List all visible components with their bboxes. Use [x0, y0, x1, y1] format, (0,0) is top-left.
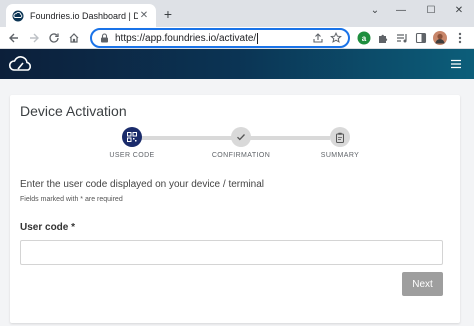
- step-confirmation-circle: [231, 127, 251, 147]
- share-icon[interactable]: [312, 32, 324, 44]
- step-label: USER CODE: [109, 152, 155, 159]
- app-header: [0, 49, 474, 79]
- page-content: Device Activation USER CODE CONFIRMATION…: [0, 79, 474, 326]
- close-window-icon[interactable]: ✕: [442, 0, 474, 20]
- activation-stepper: USER CODE CONFIRMATION SUMMARY: [10, 127, 460, 167]
- address-bar[interactable]: https://app.foundries.io/activate/: [90, 28, 350, 48]
- minimize-icon[interactable]: —: [384, 0, 418, 20]
- user-code-input[interactable]: [20, 240, 443, 265]
- new-tab-button[interactable]: +: [160, 6, 176, 22]
- extension-a-icon[interactable]: a: [356, 30, 372, 46]
- user-code-label: User code *: [20, 222, 76, 233]
- omnibox-actions: [312, 32, 342, 44]
- bookmark-star-icon[interactable]: [330, 32, 342, 44]
- back-arrow-icon[interactable]: [6, 30, 22, 46]
- forward-arrow-icon[interactable]: [26, 30, 42, 46]
- step-user-code: USER CODE: [82, 127, 182, 159]
- browser-tab-strip: Foundries.io Dashboard | Device ✕ + ⌄ — …: [0, 0, 474, 27]
- step-confirmation: CONFIRMATION: [191, 127, 291, 159]
- home-icon[interactable]: [66, 30, 82, 46]
- media-controls-icon[interactable]: [394, 30, 410, 46]
- step-user-code-circle: [122, 127, 142, 147]
- qr-code-icon: [127, 132, 137, 142]
- extensions-puzzle-icon[interactable]: [375, 30, 391, 46]
- step-summary-circle: [330, 127, 350, 147]
- browser-menu-icon[interactable]: [452, 30, 468, 46]
- browser-toolbar: https://app.foundries.io/activate/ a: [0, 27, 474, 49]
- browser-tab[interactable]: Foundries.io Dashboard | Device ✕: [6, 4, 156, 27]
- activation-card: Device Activation USER CODE CONFIRMATION…: [10, 95, 460, 323]
- foundries-favicon-icon: [12, 10, 24, 21]
- side-panel-icon[interactable]: [413, 30, 429, 46]
- required-note: Fields marked with * are required: [20, 196, 123, 203]
- checkmark-icon: [237, 134, 245, 141]
- profile-avatar[interactable]: [432, 30, 448, 46]
- address-url: https://app.foundries.io/activate/: [115, 32, 257, 44]
- text-caret: [257, 32, 259, 44]
- instruction-text: Enter the user code displayed on your de…: [20, 179, 265, 190]
- step-label: SUMMARY: [320, 152, 360, 159]
- svg-text:a: a: [362, 34, 367, 43]
- next-button[interactable]: Next: [402, 272, 443, 296]
- page-title: Device Activation: [20, 103, 127, 119]
- foundries-cloud-logo-icon[interactable]: [8, 54, 36, 74]
- lock-icon: [101, 33, 108, 43]
- tab-close-icon[interactable]: ✕: [138, 10, 150, 22]
- hamburger-menu-icon[interactable]: [450, 58, 462, 70]
- clipboard-icon: [336, 132, 344, 143]
- reload-icon[interactable]: [46, 30, 62, 46]
- tab-title: Foundries.io Dashboard | Device: [30, 10, 138, 21]
- step-summary: SUMMARY: [290, 127, 390, 159]
- step-label: CONFIRMATION: [211, 152, 271, 159]
